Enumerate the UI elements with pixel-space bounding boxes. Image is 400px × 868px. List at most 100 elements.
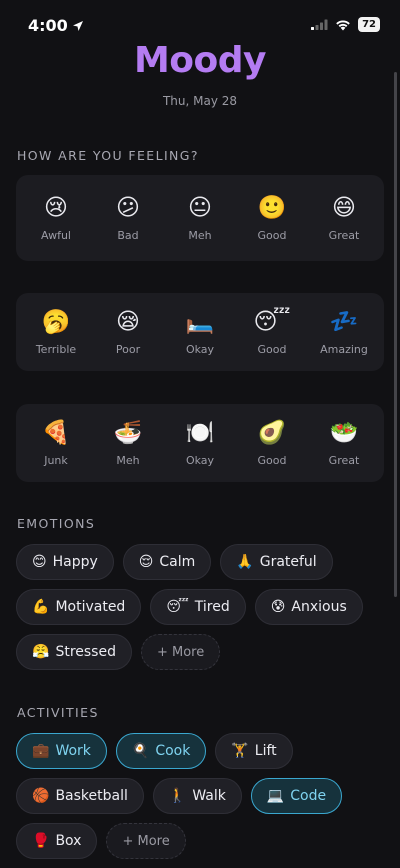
smiling-face-icon: 😊 — [32, 554, 47, 570]
food-option-okay[interactable]: 🍽️ Okay — [167, 419, 233, 467]
sleepy-face-icon: 😪 — [116, 309, 140, 335]
mood-option-bad[interactable]: 😕 Bad — [95, 194, 161, 242]
emotion-chip-anxious[interactable]: 😰 Anxious — [254, 589, 363, 625]
food-option-junk[interactable]: 🍕 Junk — [23, 419, 89, 467]
mood-option-label: Meh — [188, 229, 212, 242]
confused-face-icon: 😕 — [116, 195, 140, 221]
feeling-heading: HOW ARE YOU FEELING? — [17, 148, 199, 163]
emotions-heading: EMOTIONS — [17, 516, 96, 531]
emotion-chip-happy[interactable]: 😊 Happy — [16, 544, 114, 580]
activities-more-button[interactable]: + More — [106, 823, 186, 859]
mood-option-meh[interactable]: 😐 Meh — [167, 194, 233, 242]
chip-label: Cook — [155, 743, 191, 759]
activity-chip-basketball[interactable]: 🏀 Basketball — [16, 778, 144, 814]
sleep-option-good[interactable]: 😴 Good — [239, 308, 305, 356]
briefcase-icon: 💼 — [32, 743, 50, 759]
chip-label: Motivated — [55, 599, 126, 615]
chip-label: Box — [55, 833, 82, 849]
activities-heading: ACTIVITIES — [17, 705, 99, 720]
battery-indicator: 72 — [358, 17, 380, 32]
salad-icon: 🥗 — [329, 420, 359, 446]
sleep-option-terrible[interactable]: 🥱 Terrible — [23, 308, 89, 356]
wifi-icon — [336, 19, 350, 30]
frying-pan-icon: 🍳 — [131, 743, 150, 759]
chip-label: Calm — [159, 554, 196, 570]
status-icons: 72 — [311, 17, 380, 32]
walking-person-icon: 🚶 — [168, 788, 187, 804]
zzz-icon: 💤 — [329, 309, 359, 335]
food-option-label: Junk — [44, 454, 68, 467]
flexed-biceps-icon: 💪 — [32, 599, 50, 615]
sleep-option-label: Okay — [185, 343, 215, 356]
chip-label: Work — [55, 743, 91, 759]
sleep-option-label: Amazing — [320, 343, 368, 356]
sleeping-face-icon: 😴 — [253, 309, 291, 335]
mood-card: 😢 Awful 😕 Bad 😐 Meh 🙂 Good 😄 Great — [16, 175, 384, 261]
chip-label: Tired — [194, 599, 230, 615]
sleep-option-poor[interactable]: 😪 Poor — [95, 308, 161, 356]
laptop-icon: 💻 — [266, 788, 285, 804]
activity-chip-walk[interactable]: 🚶 Walk — [152, 778, 242, 814]
mood-option-great[interactable]: 😄 Great — [311, 194, 377, 242]
slight-smile-icon: 🙂 — [257, 195, 287, 221]
food-card: 🍕 Junk 🍜 Meh 🍽️ Okay 🥑 Good 🥗 Great — [16, 404, 384, 482]
mood-option-label: Great — [328, 229, 360, 242]
emotions-more-button[interactable]: + More — [140, 634, 221, 670]
emotion-chip-stressed[interactable]: 😤 Stressed — [16, 634, 132, 670]
emotion-chip-grateful[interactable]: 🙏 Grateful — [220, 544, 333, 580]
activity-chip-code[interactable]: 💻 Code — [250, 778, 343, 814]
food-option-label: Great — [328, 454, 360, 467]
sleep-option-amazing[interactable]: 💤 Amazing — [311, 308, 377, 356]
mood-option-awful[interactable]: 😢 Awful — [23, 194, 89, 242]
food-option-meh[interactable]: 🍜 Meh — [95, 419, 161, 467]
mood-option-label: Bad — [117, 229, 139, 242]
chip-label: Walk — [192, 788, 226, 804]
yawning-face-icon: 🥱 — [41, 309, 71, 335]
avocado-icon: 🥑 — [257, 420, 287, 446]
food-option-label: Okay — [185, 454, 215, 467]
food-option-label: Good — [257, 454, 287, 467]
pizza-icon: 🍕 — [41, 420, 71, 446]
chip-label: Basketball — [55, 788, 128, 804]
sleeping-face-icon: 😴 — [166, 599, 189, 615]
cellular-signal-icon — [311, 19, 328, 30]
status-time: 4:00 — [28, 16, 68, 35]
emotion-chip-calm[interactable]: 😌 Calm — [122, 544, 212, 580]
chip-label: Code — [290, 788, 327, 804]
emotions-chip-group: 😊 Happy 😌 Calm 🙏 Grateful 💪 Motivated 😴 … — [16, 544, 388, 679]
scrollbar[interactable] — [394, 72, 397, 597]
mood-option-label: Good — [257, 229, 287, 242]
activities-chip-group: 💼 Work 🍳 Cook 🏋️ Lift 🏀 Basketball 🚶 Wal… — [16, 733, 388, 868]
activity-chip-lift[interactable]: 🏋️ Lift — [215, 733, 293, 769]
app-title: Moody — [133, 40, 267, 81]
mood-option-good[interactable]: 🙂 Good — [239, 194, 305, 242]
status-time-group: 4:00 — [28, 16, 84, 35]
crying-face-icon: 😢 — [44, 195, 68, 221]
chip-label: Lift — [254, 743, 277, 759]
chip-label: Grateful — [259, 554, 317, 570]
chip-label: Anxious — [291, 599, 347, 615]
boxing-glove-icon: 🥊 — [32, 833, 50, 849]
emotion-chip-tired[interactable]: 😴 Tired — [150, 589, 246, 625]
neutral-face-icon: 😐 — [188, 195, 212, 221]
date-label: Thu, May 28 — [162, 94, 238, 108]
sleep-option-okay[interactable]: 🛏️ Okay — [167, 308, 233, 356]
food-option-great[interactable]: 🥗 Great — [311, 419, 377, 467]
sleep-option-label: Good — [257, 343, 287, 356]
folded-hands-icon: 🙏 — [236, 554, 254, 570]
food-option-good[interactable]: 🥑 Good — [239, 419, 305, 467]
weight-lifter-icon: 🏋️ — [231, 743, 249, 759]
activity-chip-box[interactable]: 🥊 Box — [16, 823, 98, 859]
food-option-label: Meh — [116, 454, 140, 467]
noodle-bowl-icon: 🍜 — [113, 420, 143, 446]
emotion-chip-motivated[interactable]: 💪 Motivated — [16, 589, 142, 625]
activity-chip-work[interactable]: 💼 Work — [16, 733, 107, 769]
activity-chip-cook[interactable]: 🍳 Cook — [115, 733, 207, 769]
anxious-face-icon: 😰 — [270, 599, 286, 615]
relieved-face-icon: 😌 — [138, 554, 154, 570]
mood-option-label: Awful — [41, 229, 71, 242]
location-arrow-icon — [72, 20, 83, 31]
grinning-face-icon: 😄 — [332, 195, 356, 221]
chip-label: Stressed — [55, 644, 116, 660]
sleep-card: 🥱 Terrible 😪 Poor 🛏️ Okay 😴 Good 💤 Amazi… — [16, 293, 384, 371]
